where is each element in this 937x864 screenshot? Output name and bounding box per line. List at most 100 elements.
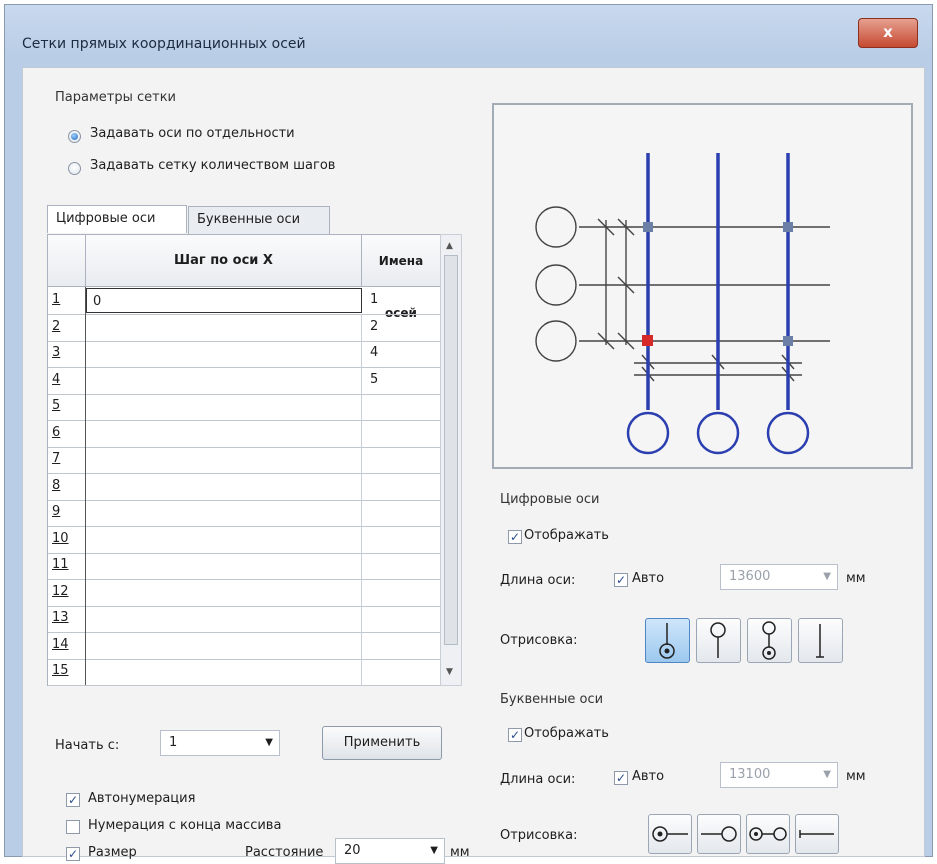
tab-digital-axes[interactable]: Цифровые оси: [47, 205, 187, 233]
table-row[interactable]: 101: [48, 287, 441, 315]
axis-name-cell[interactable]: [362, 632, 441, 659]
radio-separate-axes[interactable]: [68, 130, 81, 143]
distance-combo[interactable]: 20 ▼: [335, 838, 445, 864]
digital-auto-label: Авто: [632, 571, 665, 586]
autonumber-checkbox[interactable]: ✓: [66, 793, 80, 807]
letter-length-combo[interactable]: 13100 ▼: [720, 762, 838, 788]
scroll-up-arrow-icon[interactable]: ▲: [446, 241, 453, 251]
step-cell[interactable]: [86, 631, 362, 659]
axis-name-cell[interactable]: [362, 526, 441, 553]
table-row[interactable]: 11: [48, 552, 441, 580]
axis-name-cell[interactable]: 2: [362, 314, 441, 341]
step-cell[interactable]: [86, 366, 362, 394]
step-cell[interactable]: [86, 552, 362, 579]
axis-name-cell[interactable]: [362, 446, 441, 473]
digital-draw-style-none-button[interactable]: [798, 618, 843, 663]
close-button[interactable]: x: [858, 18, 918, 48]
row-number: 9: [48, 499, 86, 526]
digital-show-checkbox[interactable]: ✓: [508, 530, 522, 544]
radio-steps-grid-label: Задавать сетку количеством шагов: [90, 158, 336, 173]
table-row[interactable]: 15: [48, 658, 441, 686]
step-cell[interactable]: [86, 446, 362, 473]
table-row[interactable]: 45: [48, 366, 441, 395]
size-label: Размер: [88, 845, 137, 860]
tab-letter-axes[interactable]: Буквенные оси: [188, 206, 330, 234]
digital-length-value: 13600: [729, 569, 771, 584]
letter-auto-checkbox[interactable]: ✓: [614, 771, 628, 785]
letter-length-unit: мм: [846, 769, 866, 784]
table-row[interactable]: 22: [48, 313, 441, 342]
digital-length-combo[interactable]: 13600 ▼: [720, 564, 838, 590]
axis-bubble-right-icon: [701, 826, 737, 842]
row-number: 4: [48, 366, 86, 394]
table-row[interactable]: 12: [48, 578, 441, 607]
step-cell[interactable]: [86, 499, 362, 526]
axis-name-cell[interactable]: 5: [362, 367, 441, 394]
scrollbar-thumb[interactable]: [444, 255, 458, 645]
letter-show-checkbox[interactable]: ✓: [508, 728, 522, 742]
step-cell[interactable]: [86, 472, 362, 500]
letter-draw-style-none-button[interactable]: [795, 814, 839, 854]
axis-name-cell[interactable]: 1: [362, 287, 441, 314]
digital-draw-style-both-button[interactable]: [747, 618, 792, 663]
letter-draw-style-left-button[interactable]: [648, 814, 692, 854]
digital-auto-checkbox[interactable]: ✓: [614, 573, 628, 587]
apply-button[interactable]: Применить: [322, 726, 442, 760]
table-row[interactable]: 9: [48, 499, 441, 527]
radio-steps-grid[interactable]: [68, 162, 81, 175]
column-header-names[interactable]: Имена осей: [362, 235, 441, 320]
row-number: 11: [48, 552, 86, 579]
distance-label: Расстояние: [245, 845, 324, 860]
reverse-numbering-checkbox[interactable]: [66, 820, 80, 834]
axis-name-cell[interactable]: [362, 420, 441, 447]
axis-name-cell[interactable]: [362, 605, 441, 632]
letter-draw-style-right-button[interactable]: [697, 814, 741, 854]
table-row[interactable]: 10: [48, 525, 441, 554]
scroll-down-arrow-icon[interactable]: ▼: [446, 667, 453, 677]
step-cell[interactable]: [86, 525, 362, 553]
reverse-numbering-label: Нумерация с конца массива: [88, 818, 282, 833]
digital-draw-style-bottom-button[interactable]: [645, 618, 690, 663]
table-scrollbar[interactable]: ▲ ▼: [440, 234, 462, 686]
digital-draw-label: Отрисовка:: [500, 633, 578, 648]
start-from-combo[interactable]: 1 ▼: [160, 730, 280, 756]
axis-name-cell[interactable]: [362, 579, 441, 606]
table-row[interactable]: 7: [48, 446, 441, 474]
grid-preview-drawing: [535, 153, 830, 455]
axis-line-only-horizontal-icon: [799, 830, 834, 838]
radio-separate-axes-label: Задавать оси по отдельности: [90, 126, 295, 141]
row-number: 3: [48, 340, 86, 367]
step-cell[interactable]: [86, 419, 362, 447]
table-row[interactable]: 8: [48, 472, 441, 501]
table-row[interactable]: 6: [48, 419, 441, 448]
size-checkbox[interactable]: ✓: [66, 847, 80, 861]
axis-name-cell[interactable]: [362, 552, 441, 579]
step-cell[interactable]: [86, 393, 362, 420]
row-number: 13: [48, 605, 86, 632]
axis-name-cell[interactable]: [362, 473, 441, 500]
row-number: 12: [48, 578, 86, 606]
axis-line-only-icon: [816, 624, 824, 658]
axis-name-cell[interactable]: [362, 393, 441, 420]
step-cell[interactable]: [86, 340, 362, 367]
axis-name-cell[interactable]: 4: [362, 340, 441, 367]
step-cell[interactable]: [86, 578, 362, 606]
table-row[interactable]: 34: [48, 340, 441, 368]
step-cell[interactable]: [86, 605, 362, 632]
letter-length-label: Длина оси:: [500, 772, 576, 787]
step-cell[interactable]: [86, 658, 362, 685]
axis-bubble-both-icon: [762, 621, 776, 660]
axis-name-cell[interactable]: [362, 499, 441, 526]
row-number: 14: [48, 631, 86, 659]
digital-draw-style-top-button[interactable]: [696, 618, 741, 663]
table-row[interactable]: 13: [48, 605, 441, 633]
letter-draw-style-both-button[interactable]: [746, 814, 790, 854]
step-cell[interactable]: [86, 313, 362, 341]
column-header-step[interactable]: Шаг по оси X: [86, 235, 362, 287]
table-row[interactable]: 14: [48, 631, 441, 660]
step-cell[interactable]: 0: [86, 288, 362, 313]
axis-bubble-left-icon: [652, 826, 688, 842]
axis-name-cell[interactable]: [362, 658, 441, 685]
letter-length-value: 13100: [729, 767, 771, 782]
table-row[interactable]: 5: [48, 393, 441, 421]
